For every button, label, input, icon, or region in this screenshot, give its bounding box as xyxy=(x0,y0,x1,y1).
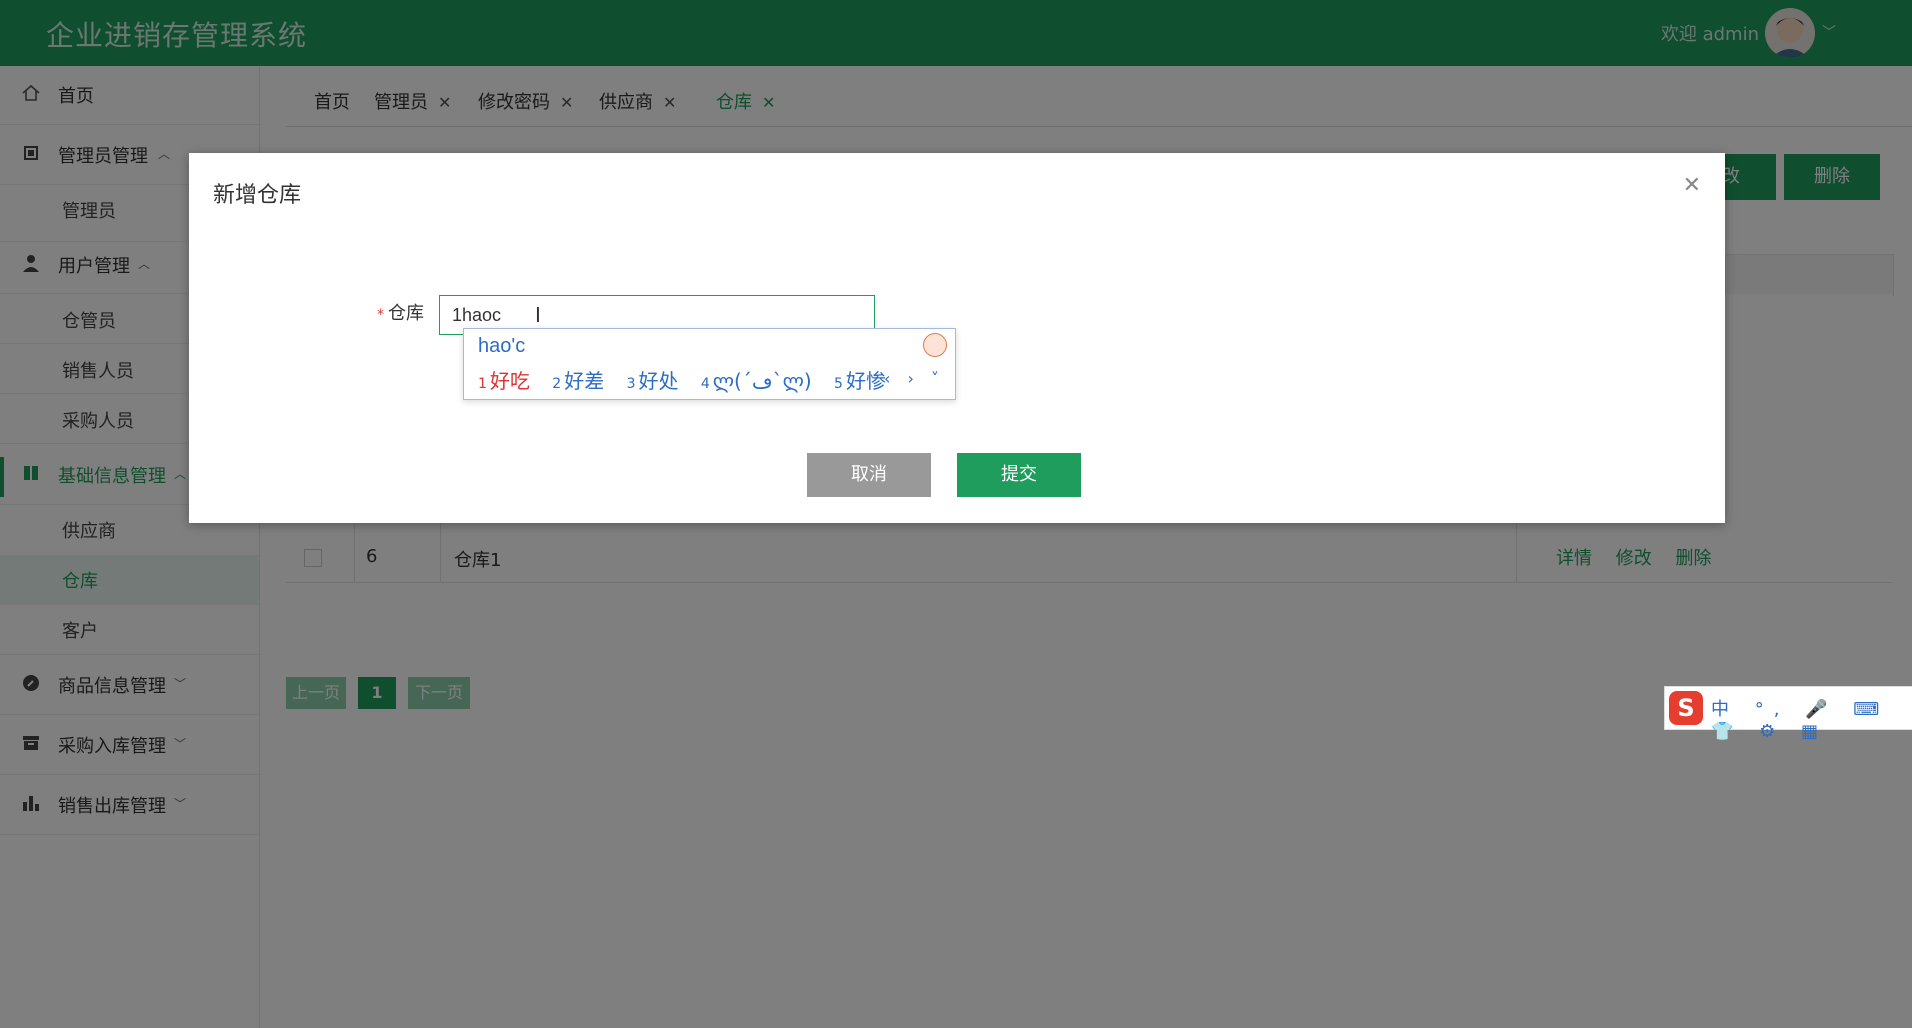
field-label-text: 仓库 xyxy=(388,303,424,324)
cancel-button-label: 取消 xyxy=(851,464,887,485)
ime-candidate[interactable]: 5 好惨 xyxy=(834,369,886,393)
warehouse-field-label: * 仓库 xyxy=(377,299,424,325)
ime-candidate-popup: hao'c 1 好吃 2 好差 3 好处 4 ლ(´ڡ`ლ) 5 好惨 ‹ › ˅ xyxy=(463,328,956,400)
dialog-title: 新增仓库 xyxy=(213,183,302,208)
ime-skin-icon[interactable] xyxy=(923,333,947,357)
ime-page-nav[interactable]: ‹ › ˅ xyxy=(884,369,945,388)
ime-candidate[interactable]: 3 好处 xyxy=(627,369,679,393)
ime-candidate[interactable]: 1 好吃 xyxy=(478,369,530,393)
ime-logo-icon[interactable]: S xyxy=(1669,691,1703,725)
submit-button[interactable]: 提交 xyxy=(957,453,1081,497)
text-cursor-icon: I xyxy=(535,303,541,327)
ime-candidate-list: 1 好吃 2 好差 3 好处 4 ლ(´ڡ`ლ) 5 好惨 xyxy=(478,365,902,394)
required-mark: * xyxy=(377,307,384,323)
cancel-button[interactable]: 取消 xyxy=(807,453,931,497)
ime-candidate[interactable]: 2 好差 xyxy=(552,369,604,393)
ime-status-items[interactable]: 中 °, 🎤 ⌨ 👕 ⚙ ▦ xyxy=(1711,695,1912,742)
close-icon[interactable]: ✕ xyxy=(1683,173,1701,198)
submit-button-label: 提交 xyxy=(1001,464,1037,485)
ime-composition: hao'c xyxy=(478,335,526,357)
add-warehouse-dialog: 新增仓库 ✕ *仓库 I 取消 提交 xyxy=(189,153,1725,523)
ime-status-bar: S 中 °, 🎤 ⌨ 👕 ⚙ ▦ xyxy=(1664,686,1912,742)
ime-candidate[interactable]: 4 ლ(´ڡ`ლ) xyxy=(701,369,812,393)
